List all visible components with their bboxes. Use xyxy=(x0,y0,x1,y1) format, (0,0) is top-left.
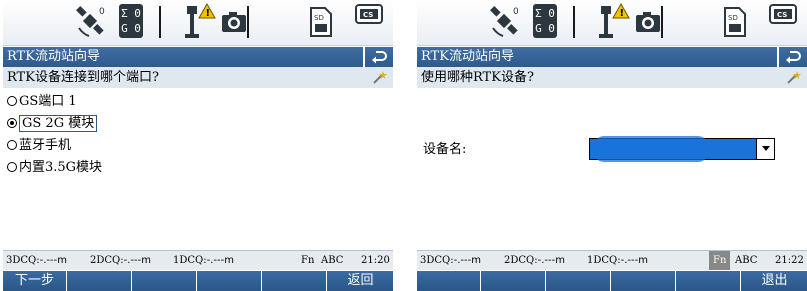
wizard-wand-icon xyxy=(373,71,387,84)
dropdown-arrow[interactable] xyxy=(756,139,774,159)
clock: 21:22 xyxy=(775,255,804,266)
clock: 21:20 xyxy=(361,255,390,266)
softkey-bar: 退出 xyxy=(417,271,807,291)
satellite-icon[interactable]: 0 xyxy=(75,4,109,40)
option-label: 蓝牙手机 xyxy=(19,138,72,153)
title-bar: RTK流动站向导 xyxy=(417,47,807,67)
cs-card-icon[interactable]: CS xyxy=(355,4,383,24)
status-icon-bar: 0 Σ 0 G 0 ! SD CS xyxy=(3,0,393,46)
softkey-2[interactable] xyxy=(482,271,546,291)
radio-button[interactable] xyxy=(7,96,17,106)
divider xyxy=(661,6,663,38)
option-label: 内置3.5G模块 xyxy=(19,160,103,175)
sd-label: SD xyxy=(728,14,738,22)
question-text: RTK设备连接到哪个端口? xyxy=(7,70,159,85)
cs-card-icon[interactable]: CS xyxy=(769,4,797,24)
sd-label: SD xyxy=(314,14,324,22)
return-arrow-icon xyxy=(786,51,801,64)
back-button[interactable] xyxy=(777,47,807,67)
1dcq-readout: 1DCQ:-.---m xyxy=(587,255,648,266)
3dcq-readout: 3DCQ:-.---m xyxy=(420,255,481,266)
fn-indicator: Fn xyxy=(301,255,315,266)
2dcq-readout: 2DCQ:-.---m xyxy=(90,255,151,266)
antenna-warning-icon[interactable]: ! xyxy=(183,2,217,42)
port-option-gs-2g-module[interactable]: GS 2G 模块 xyxy=(7,114,98,134)
camera-icon[interactable] xyxy=(635,10,661,34)
softkey-2[interactable] xyxy=(68,271,132,291)
sigma-row: Σ 0 xyxy=(121,7,141,20)
g-row: G 0 xyxy=(121,22,141,35)
screen-device-selection: 0 Σ 0 G 0 ! SD CS RTK流动站向导 使用哪种RTK设备? 设备… xyxy=(417,0,807,291)
page-title: RTK流动站向导 xyxy=(421,49,514,64)
divider xyxy=(573,6,575,38)
device-name-dropdown[interactable] xyxy=(589,136,775,162)
question-text: 使用哪种RTK设备? xyxy=(421,70,534,85)
status-icon-bar: 0 Σ 0 G 0 ! SD CS xyxy=(417,0,807,46)
sigma-row: Σ 0 xyxy=(535,7,555,20)
softkey-4[interactable] xyxy=(612,271,676,291)
camera-icon[interactable] xyxy=(221,10,247,34)
port-option-gs-port-1[interactable]: GS端口 1 xyxy=(7,92,77,112)
return-arrow-icon xyxy=(372,51,387,64)
screen-port-selection: 0 Σ 0 G 0 ! SD CS RTK流动站向导 RTK设备连接到哪个端口?… xyxy=(3,0,393,291)
question-bar: RTK设备连接到哪个端口? xyxy=(3,67,393,88)
cs-label: CS xyxy=(363,11,373,19)
softkey-bar: 下一步 返回 xyxy=(3,271,393,291)
port-option-internal-3-5g-module[interactable]: 内置3.5G模块 xyxy=(7,158,102,178)
port-option-bluetooth-phone[interactable]: 蓝牙手机 xyxy=(7,136,71,156)
sd-card-icon[interactable]: SD xyxy=(309,6,333,38)
wizard-wand-icon xyxy=(787,71,801,84)
3dcq-readout: 3DCQ:-.---m xyxy=(6,255,67,266)
softkey-3[interactable] xyxy=(133,271,197,291)
title-bar: RTK流动站向导 xyxy=(3,47,393,67)
g-row: G 0 xyxy=(535,22,555,35)
antenna-warning-icon[interactable]: ! xyxy=(597,2,631,42)
fn-indicator: Fn xyxy=(709,251,731,270)
device-name-label: 设备名: xyxy=(423,142,467,157)
divider xyxy=(159,6,161,38)
satellite-count-box: Σ 0 G 0 xyxy=(119,4,143,38)
input-mode-indicator: ABC xyxy=(321,255,344,266)
status-bar: 3DCQ:-.---m 2DCQ:-.---m 1DCQ:-.---m Fn A… xyxy=(417,250,807,270)
divider xyxy=(247,6,249,38)
softkey-3[interactable] xyxy=(547,271,611,291)
input-mode-indicator: ABC xyxy=(735,255,758,266)
1dcq-readout: 1DCQ:-.---m xyxy=(173,255,234,266)
svg-text:0: 0 xyxy=(99,7,105,17)
back-button[interactable] xyxy=(363,47,393,67)
softkey-5[interactable] xyxy=(677,271,741,291)
option-label: GS端口 1 xyxy=(19,94,77,109)
softkey-back[interactable]: 返回 xyxy=(328,271,393,291)
softkey-5[interactable] xyxy=(263,271,327,291)
radio-button[interactable] xyxy=(7,162,17,172)
redacted-value xyxy=(594,136,708,162)
sd-card-icon[interactable]: SD xyxy=(723,6,747,38)
softkey-next[interactable]: 下一步 xyxy=(3,271,67,291)
softkey-exit[interactable]: 退出 xyxy=(742,271,807,291)
question-bar: 使用哪种RTK设备? xyxy=(417,67,807,88)
satellite-count-box: Σ 0 G 0 xyxy=(533,4,557,38)
satellite-icon[interactable]: 0 xyxy=(489,4,523,40)
softkey-1[interactable] xyxy=(417,271,481,291)
2dcq-readout: 2DCQ:-.---m xyxy=(504,255,565,266)
status-bar: 3DCQ:-.---m 2DCQ:-.---m 1DCQ:-.---m Fn A… xyxy=(3,250,393,270)
radio-button-selected[interactable] xyxy=(7,118,17,128)
svg-text:!: ! xyxy=(620,8,625,19)
cs-label: CS xyxy=(777,11,787,19)
radio-button[interactable] xyxy=(7,140,17,150)
softkey-4[interactable] xyxy=(198,271,262,291)
page-title: RTK流动站向导 xyxy=(7,49,100,64)
chevron-down-icon xyxy=(762,146,770,151)
svg-text:!: ! xyxy=(206,8,211,19)
svg-text:0: 0 xyxy=(513,7,519,17)
option-label: GS 2G 模块 xyxy=(19,115,98,132)
